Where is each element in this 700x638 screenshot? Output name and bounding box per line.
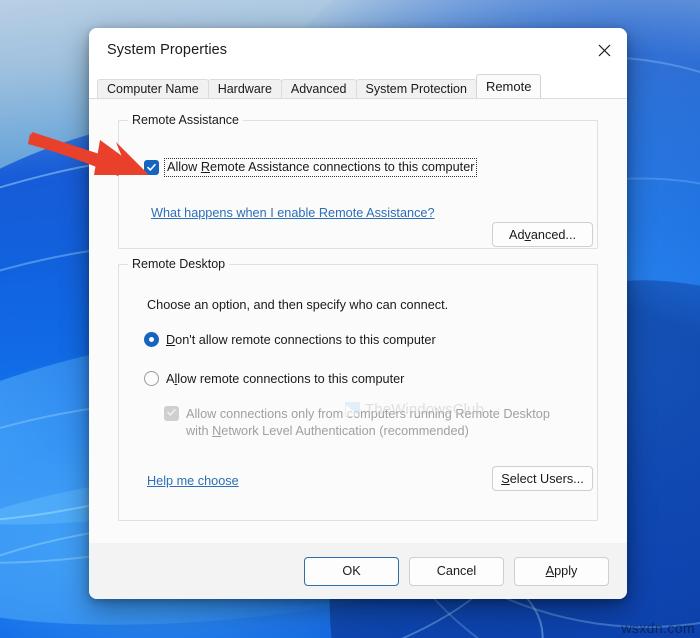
allow-remote-connections-label: Allow remote connections to this compute… xyxy=(166,371,405,386)
dont-allow-remote-connections-radio[interactable] xyxy=(144,332,159,347)
ok-button-label: OK xyxy=(342,564,361,578)
advanced-button-label: Advanced... xyxy=(508,227,577,242)
nla-checkbox xyxy=(164,406,179,421)
dont-allow-remote-connections-label: Don't allow remote connections to this c… xyxy=(166,332,436,347)
remote-tab-page: Remote Assistance Allow Remote Assistanc… xyxy=(89,98,627,543)
system-properties-dialog: System Properties Computer Name Hardware… xyxy=(89,28,627,599)
remote-desktop-legend: Remote Desktop xyxy=(128,257,230,271)
allow-remote-assistance-checkbox[interactable] xyxy=(144,160,159,175)
tab-remote[interactable]: Remote xyxy=(475,74,542,98)
nla-checkbox-row: Allow connections only from computers ru… xyxy=(164,406,574,440)
titlebar: System Properties xyxy=(89,28,627,72)
select-users-button-label: Select Users... xyxy=(501,471,584,486)
window-title: System Properties xyxy=(107,42,228,58)
allow-remote-connections-row[interactable]: Allow remote connections to this compute… xyxy=(144,371,404,386)
what-happens-link[interactable]: What happens when I enable Remote Assist… xyxy=(151,206,435,220)
advanced-button[interactable]: Advanced... xyxy=(492,222,593,247)
remote-assistance-legend: Remote Assistance xyxy=(128,113,243,127)
dont-allow-remote-connections-row[interactable]: Don't allow remote connections to this c… xyxy=(144,332,436,347)
close-icon xyxy=(598,44,611,57)
nla-checkbox-label: Allow connections only from computers ru… xyxy=(186,407,550,438)
remote-desktop-description: Choose an option, and then specify who c… xyxy=(147,298,449,312)
cancel-button-label: Cancel xyxy=(436,564,477,578)
dialog-button-bar: OK Cancel Apply xyxy=(89,543,627,599)
tab-computer-name[interactable]: Computer Name xyxy=(97,79,209,98)
apply-button-label: Apply xyxy=(545,564,578,578)
help-me-choose-link[interactable]: Help me choose xyxy=(147,474,239,488)
allow-remote-connections-radio[interactable] xyxy=(144,371,159,386)
checkmark-icon xyxy=(166,405,177,423)
allow-remote-assistance-row[interactable]: Allow Remote Assistance connections to t… xyxy=(144,158,478,177)
tab-advanced[interactable]: Advanced xyxy=(280,79,357,98)
desktop-wallpaper: System Properties Computer Name Hardware… xyxy=(0,0,700,638)
cancel-button[interactable]: Cancel xyxy=(409,556,504,586)
corner-watermark: wsxdn.com xyxy=(621,620,695,636)
allow-remote-assistance-label: Allow Remote Assistance connections to t… xyxy=(163,158,478,177)
apply-button[interactable]: Apply xyxy=(514,556,609,586)
tab-strip: Computer Name Hardware Advanced System P… xyxy=(89,72,627,98)
checkmark-icon xyxy=(146,162,157,173)
close-button[interactable] xyxy=(581,28,627,72)
tab-system-protection[interactable]: System Protection xyxy=(355,79,477,98)
ok-button[interactable]: OK xyxy=(304,556,399,586)
tab-hardware[interactable]: Hardware xyxy=(207,79,282,98)
select-users-button[interactable]: Select Users... xyxy=(492,466,593,491)
